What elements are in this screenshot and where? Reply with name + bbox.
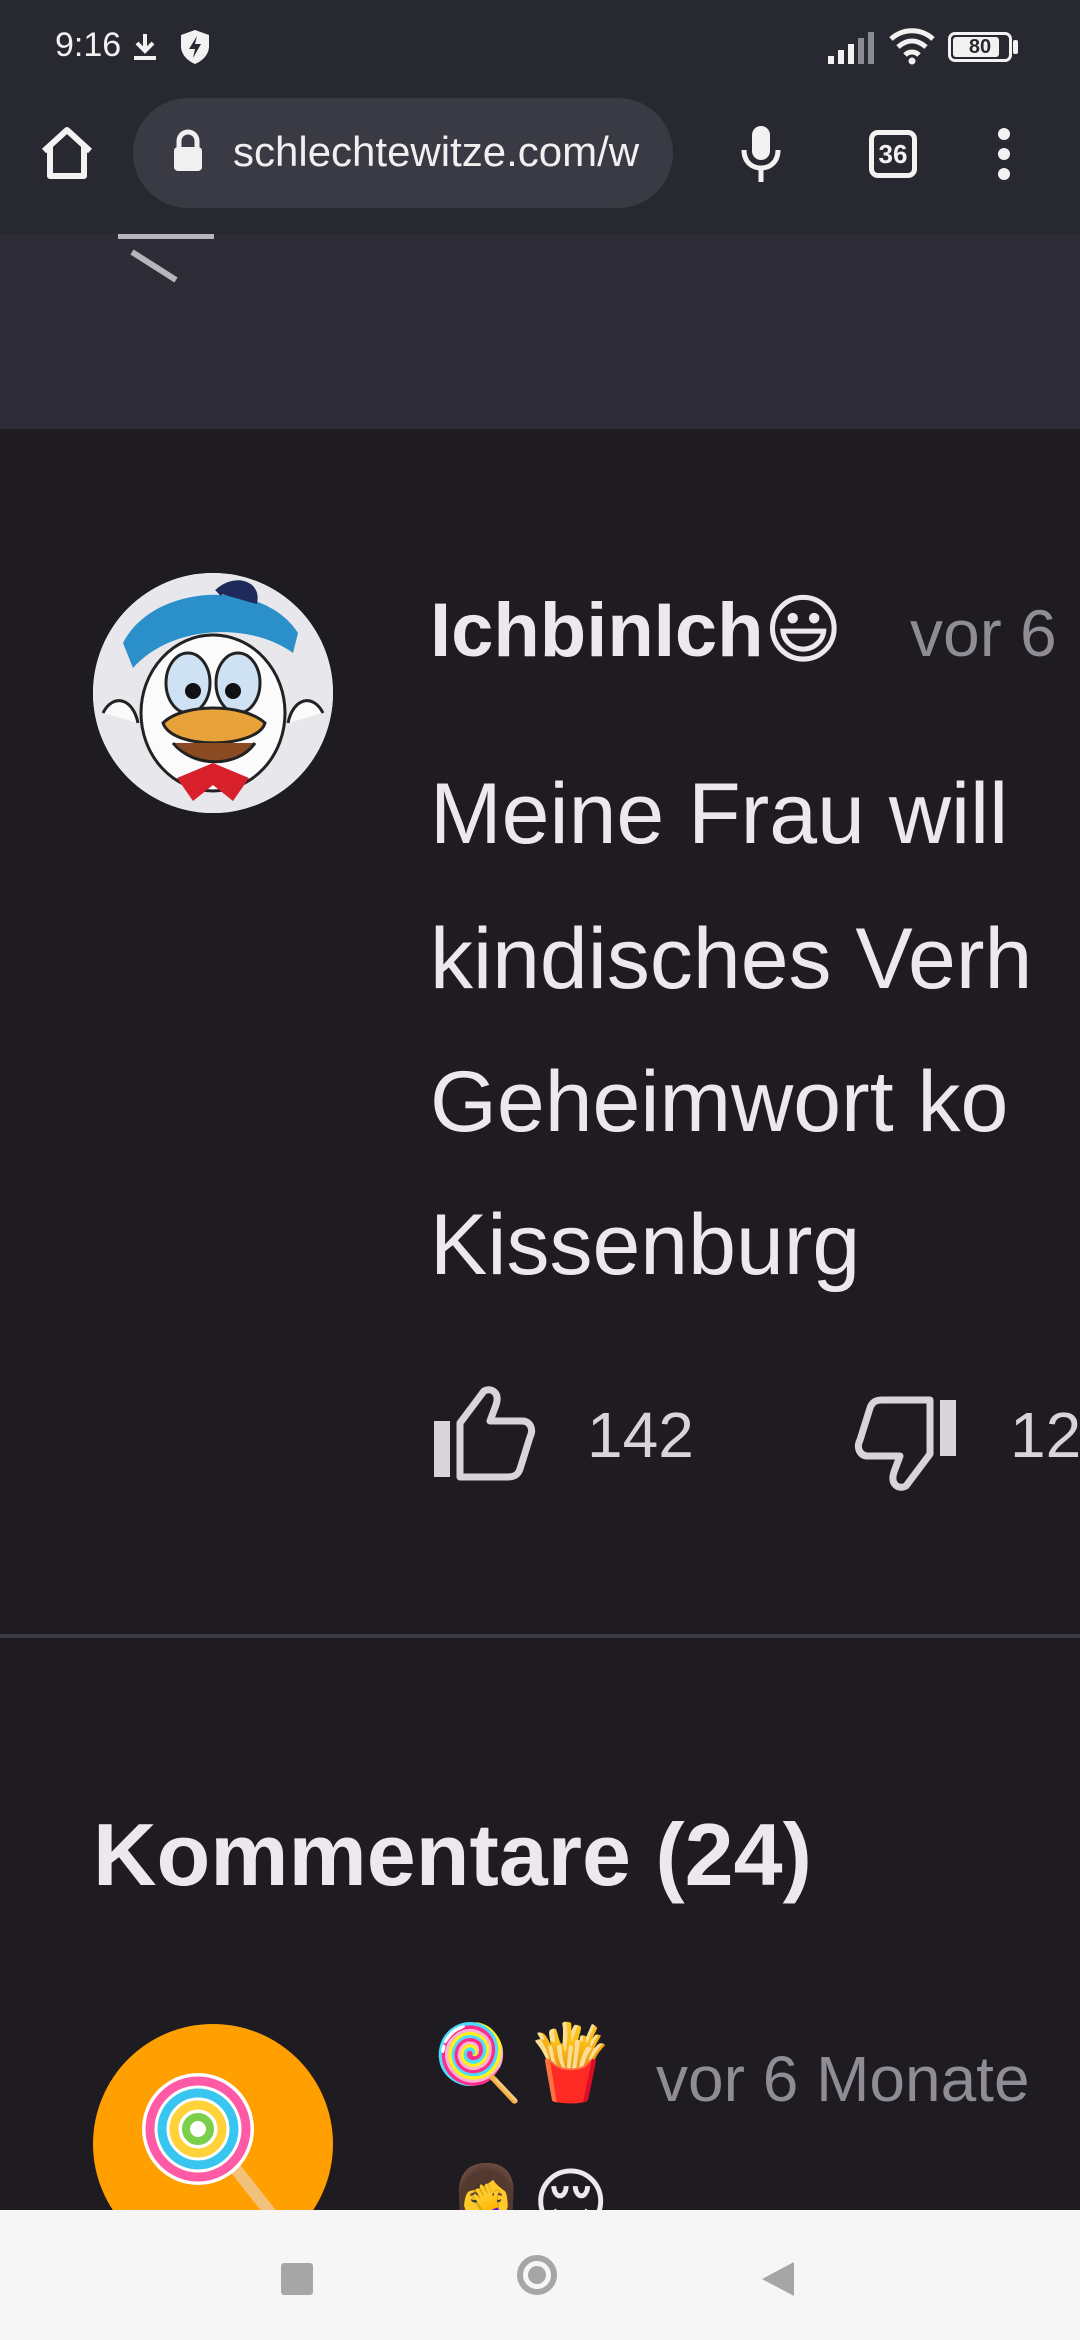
battery-cap [1013,40,1018,54]
signal-icon [828,32,874,64]
status-time: 9:16 [55,26,122,64]
status-bar: 9:16 80 [0,0,1080,96]
dislike-count: 12 [1010,1399,1080,1471]
system-nav-bar [0,2210,1080,2340]
site-header [0,234,1080,429]
shield-icon [181,30,209,64]
joke-line-1: Meine Frau will [430,766,1009,862]
microphone-icon[interactable] [738,124,784,186]
home-icon[interactable] [38,124,96,182]
url-text: schlechtewitze.com/w [233,128,640,175]
joke-line-4: Kissenburg [430,1197,861,1293]
joke-line-3: Geheimwort ko [430,1054,1009,1150]
comment-author[interactable]: 🍭🍟 [432,2020,616,2107]
more-menu-icon[interactable] [992,126,1016,182]
comments-heading: Kommentare (24) [93,1805,812,1904]
download-icon [134,34,156,60]
comment-timestamp: vor 6 Monate [656,2043,1030,2115]
thumbs-up-icon[interactable] [430,1385,536,1481]
wifi-icon [889,28,935,65]
battery-icon: 80 [948,32,1012,62]
duck-avatar-image [93,573,333,813]
author-avatar[interactable] [93,573,333,813]
battery-level: 80 [968,35,992,58]
joke-author[interactable]: IchbinIch😃 [430,585,843,674]
tab-switcher-button[interactable]: 36 [869,130,917,178]
section-divider [0,1634,1080,1638]
lock-icon [174,129,202,171]
joke-timestamp: vor 6 [910,596,1057,670]
back-arrow-icon[interactable] [118,234,218,284]
recents-button[interactable] [281,2263,313,2295]
home-button[interactable] [517,2255,557,2295]
back-button[interactable] [760,2260,796,2298]
like-count: 142 [587,1399,694,1471]
thumbs-down-icon[interactable] [854,1396,960,1492]
joke-line-2: kindisches Verh [430,911,1033,1007]
address-bar[interactable]: schlechtewitze.com/w [133,98,673,208]
